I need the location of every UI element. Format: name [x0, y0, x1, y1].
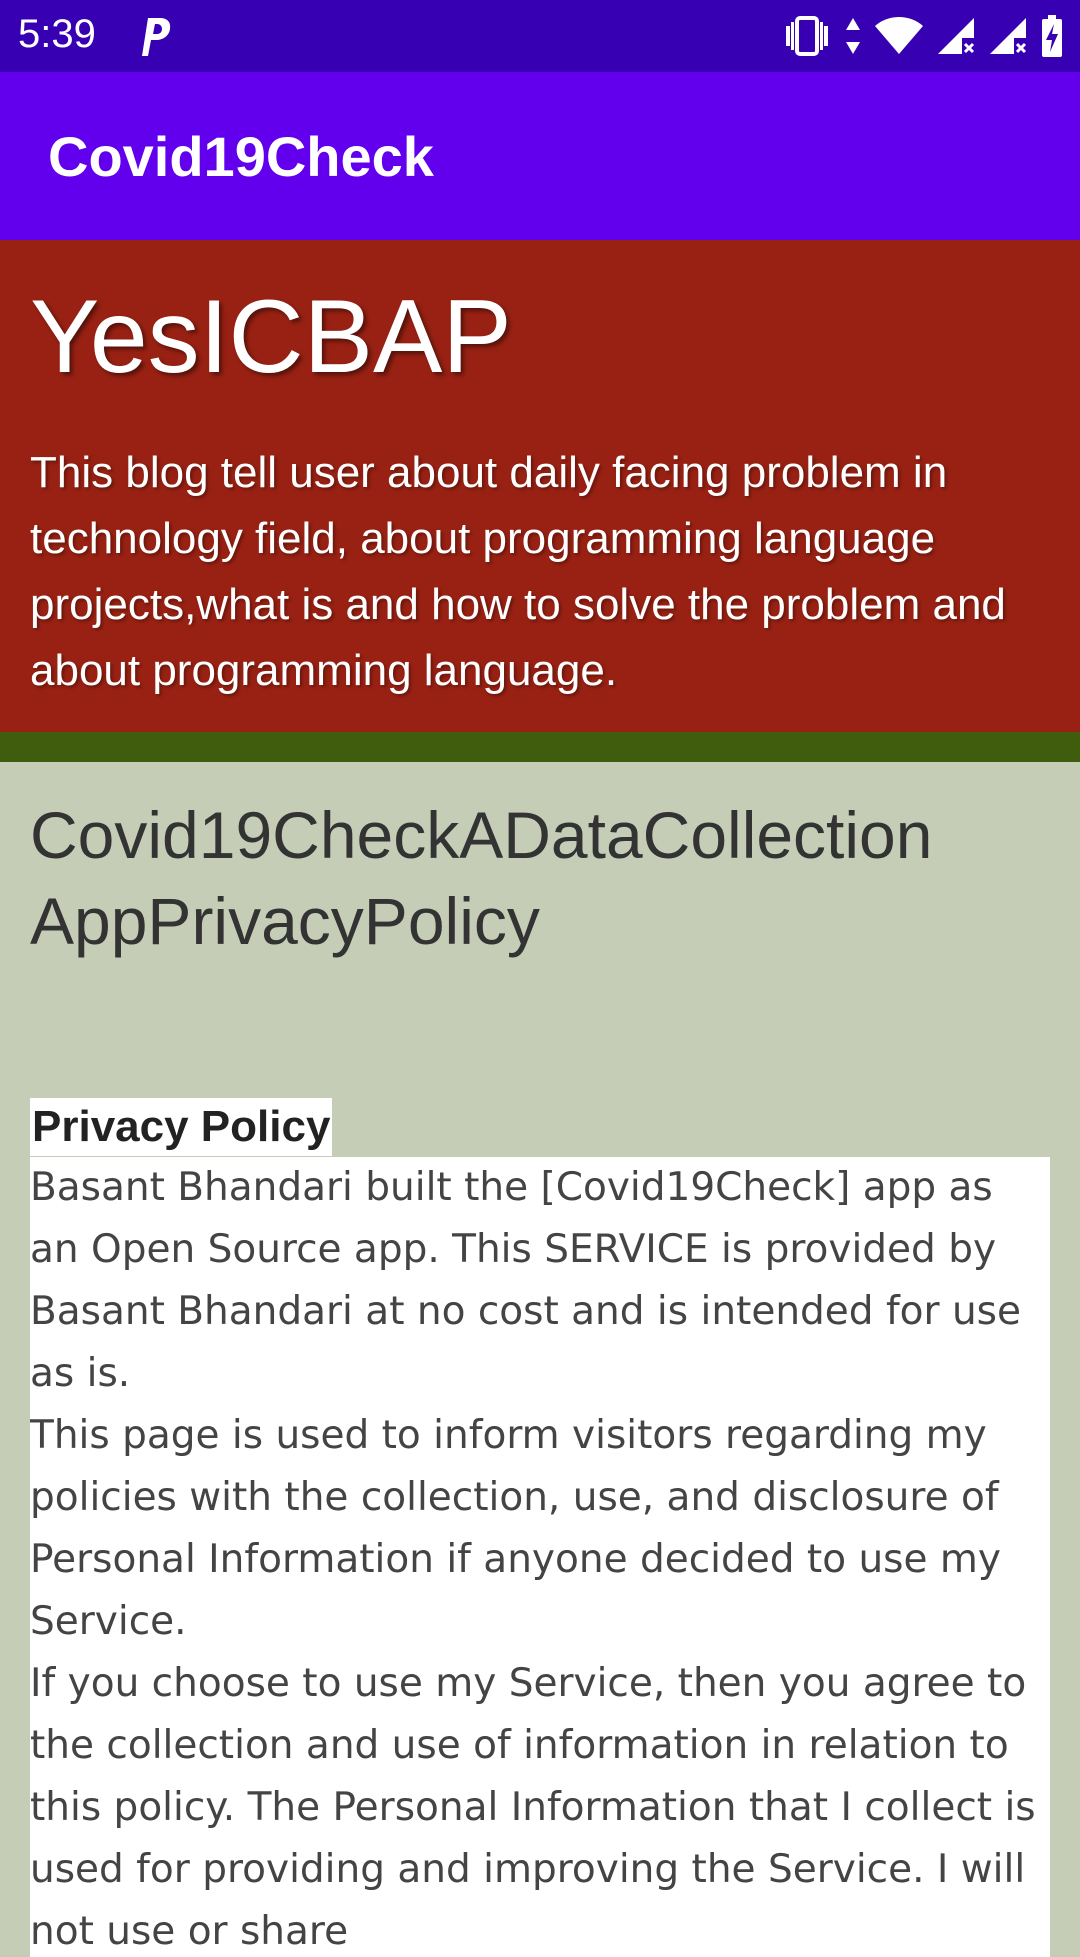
- status-bar: 5:39: [0, 0, 1080, 72]
- blog-header: YesICBAP This blog tell user about daily…: [0, 240, 1080, 732]
- app-bar: Covid19Check: [0, 72, 1080, 240]
- wifi-icon: [875, 17, 923, 54]
- status-time: 5:39: [18, 12, 96, 56]
- blog-title[interactable]: YesICBAP: [30, 285, 512, 389]
- policy-paragraph: Basant Bhandari built the [Covid19Check]…: [30, 1165, 1021, 1396]
- header-divider: [0, 732, 1080, 762]
- app-title: Covid19Check: [48, 125, 434, 188]
- parking-icon: [142, 18, 171, 56]
- signal-no-data-icon: [938, 18, 975, 54]
- blog-description: This blog tell user about daily facing p…: [30, 448, 1006, 695]
- vibrate-icon: [786, 16, 828, 56]
- post-title: Covid19CheckADataCollection AppPrivacyPo…: [30, 798, 933, 958]
- data-arrows-icon: [846, 18, 860, 54]
- privacy-policy-heading: Privacy Policy: [30, 1098, 333, 1156]
- policy-paragraph: This page is used to inform visitors reg…: [30, 1413, 1001, 1644]
- privacy-policy-body: Basant Bhandari built the [Covid19Check]…: [30, 1157, 1050, 1957]
- policy-paragraph: If you choose to use my Service, then yo…: [30, 1661, 1036, 1954]
- status-icons: [782, 12, 1064, 60]
- post-content[interactable]: Covid19CheckADataCollection AppPrivacyPo…: [0, 762, 1080, 1957]
- battery-charging-icon: [1042, 15, 1062, 57]
- signal-no-data-icon: [990, 18, 1027, 54]
